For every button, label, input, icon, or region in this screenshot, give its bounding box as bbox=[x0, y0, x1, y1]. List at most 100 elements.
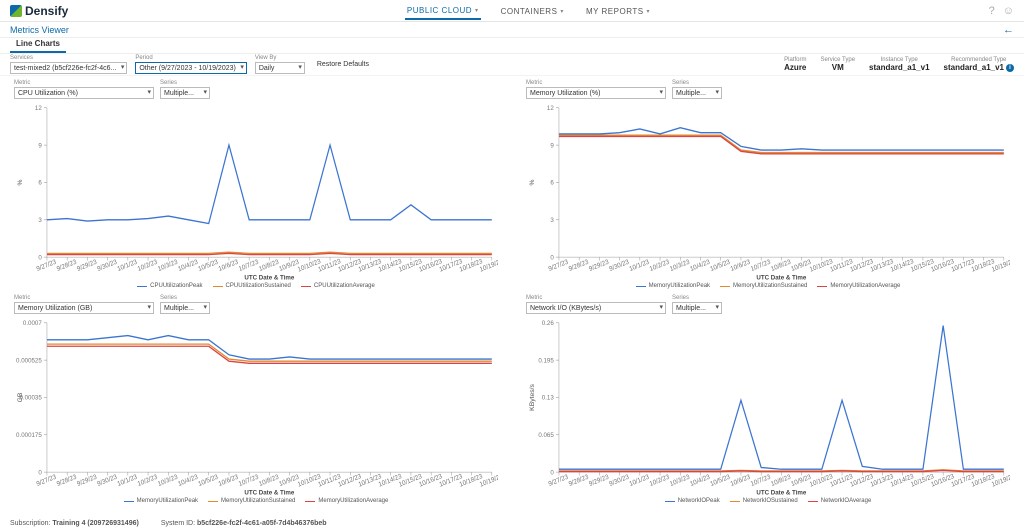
series-select[interactable]: Multiple... bbox=[672, 87, 722, 99]
viewby-label: View By bbox=[255, 55, 305, 62]
svg-text:9/28/23: 9/28/23 bbox=[568, 473, 590, 488]
help-icon[interactable]: ? bbox=[989, 5, 995, 17]
footer: Subscription: Training 4 (209726931496) … bbox=[10, 520, 327, 527]
svg-text:10/8/23: 10/8/23 bbox=[770, 258, 792, 273]
panel-memory-pct: MetricMemory Utilization (%)SeriesMultip… bbox=[512, 76, 1024, 291]
svg-text:0.0007: 0.0007 bbox=[23, 320, 42, 327]
tab-line-charts[interactable]: Line Charts bbox=[10, 36, 66, 53]
svg-text:9/28/23: 9/28/23 bbox=[568, 258, 590, 273]
svg-text:10/2/23: 10/2/23 bbox=[649, 258, 671, 273]
nav-public-cloud[interactable]: PUBLIC CLOUD▾ bbox=[405, 2, 481, 20]
svg-text:0.13: 0.13 bbox=[542, 394, 554, 401]
nav-containers[interactable]: CONTAINERS▾ bbox=[499, 2, 566, 20]
legend-swatch bbox=[720, 286, 730, 287]
meta-service-type: Service Type VM bbox=[820, 57, 855, 72]
svg-text:10/2/23: 10/2/23 bbox=[137, 473, 159, 488]
series-select[interactable]: Multiple... bbox=[160, 87, 210, 99]
panel-network: MetricNetwork I/O (KBytes/s)SeriesMultip… bbox=[512, 291, 1024, 506]
restore-defaults-link[interactable]: Restore Defaults bbox=[317, 61, 369, 68]
period-select[interactable]: Other (9/27/2023 - 10/19/2023) bbox=[135, 62, 247, 74]
legend: NetworkIOPeakNetworkIOSustainedNetworkIO… bbox=[526, 498, 1010, 504]
legend-swatch bbox=[808, 501, 818, 502]
utility-icons: ? ☺ bbox=[989, 5, 1014, 17]
svg-text:9/28/23: 9/28/23 bbox=[56, 473, 78, 488]
svg-text:10/1/23: 10/1/23 bbox=[629, 473, 651, 488]
chevron-down-icon: ▾ bbox=[647, 8, 651, 15]
chart-grid: MetricCPU Utilization (%)SeriesMultiple.… bbox=[0, 76, 1024, 506]
svg-text:0.000175: 0.000175 bbox=[16, 432, 42, 439]
svg-text:0: 0 bbox=[38, 469, 42, 476]
metric-select[interactable]: CPU Utilization (%) bbox=[14, 87, 154, 99]
svg-text:12: 12 bbox=[35, 105, 42, 112]
back-arrow-icon[interactable]: ← bbox=[1003, 24, 1014, 36]
svg-text:10/3/23: 10/3/23 bbox=[157, 473, 179, 488]
viewby-select[interactable]: Daily bbox=[255, 62, 305, 74]
svg-text:UTC Date & Time: UTC Date & Time bbox=[756, 490, 806, 497]
svg-text:0: 0 bbox=[550, 254, 554, 261]
metric-select[interactable]: Memory Utilization (GB) bbox=[14, 302, 154, 314]
svg-text:9/28/23: 9/28/23 bbox=[56, 258, 78, 273]
series-select[interactable]: Multiple... bbox=[160, 302, 210, 314]
svg-text:0.000525: 0.000525 bbox=[16, 357, 42, 364]
legend-swatch bbox=[817, 286, 827, 287]
svg-text:6: 6 bbox=[550, 179, 554, 186]
svg-text:10/5/23: 10/5/23 bbox=[709, 258, 731, 273]
legend-swatch bbox=[137, 286, 147, 287]
filter-bar: Services test-mixed2 (b5cf226e-fc2f-4c6.… bbox=[0, 54, 1024, 76]
legend: MemoryUtilizationPeakMemoryUtilizationSu… bbox=[14, 498, 498, 504]
chart: 036912%9/27/239/28/239/29/239/30/2310/1/… bbox=[526, 101, 1010, 282]
svg-text:10/3/23: 10/3/23 bbox=[669, 258, 691, 273]
chart: 036912%9/27/239/28/239/29/239/30/2310/1/… bbox=[14, 101, 498, 282]
svg-text:10/3/23: 10/3/23 bbox=[157, 258, 179, 273]
svg-text:6: 6 bbox=[38, 179, 42, 186]
chevron-down-icon: ▾ bbox=[560, 8, 564, 15]
svg-text:10/6/23: 10/6/23 bbox=[730, 473, 752, 488]
instance-meta: Platform Azure Service Type VM Instance … bbox=[784, 57, 1014, 72]
svg-text:9/30/23: 9/30/23 bbox=[96, 473, 118, 488]
svg-text:9/29/23: 9/29/23 bbox=[76, 473, 98, 488]
legend-swatch bbox=[305, 501, 315, 502]
legend-swatch bbox=[301, 286, 311, 287]
svg-text:10/7/23: 10/7/23 bbox=[238, 258, 260, 273]
svg-text:KBytes/s: KBytes/s bbox=[529, 383, 536, 411]
metric-select[interactable]: Network I/O (KBytes/s) bbox=[526, 302, 666, 314]
legend-swatch bbox=[636, 286, 646, 287]
meta-instance-type: Instance Type standard_a1_v1 bbox=[869, 57, 929, 72]
svg-text:0.195: 0.195 bbox=[538, 357, 554, 364]
info-icon[interactable]: i bbox=[1006, 64, 1014, 72]
services-select[interactable]: test-mixed2 (b5cf226e-fc2f-4c6... bbox=[10, 62, 127, 74]
nav-my-reports[interactable]: MY REPORTS▾ bbox=[584, 2, 652, 20]
brand-name: Densify bbox=[25, 4, 68, 18]
panel-memory-gb: MetricMemory Utilization (GB)SeriesMulti… bbox=[0, 291, 512, 506]
svg-text:10/6/23: 10/6/23 bbox=[218, 258, 240, 273]
svg-text:10/7/23: 10/7/23 bbox=[750, 473, 772, 488]
svg-text:9/29/23: 9/29/23 bbox=[76, 258, 98, 273]
svg-text:GB: GB bbox=[17, 393, 24, 403]
brand-mark-icon bbox=[10, 5, 22, 17]
legend-swatch bbox=[213, 286, 223, 287]
svg-text:10/2/23: 10/2/23 bbox=[137, 258, 159, 273]
user-icon[interactable]: ☺ bbox=[1003, 5, 1014, 17]
chevron-down-icon: ▾ bbox=[475, 7, 479, 14]
page-subheader: Metrics Viewer ← bbox=[0, 22, 1024, 38]
services-field: Services test-mixed2 (b5cf226e-fc2f-4c6.… bbox=[10, 55, 127, 74]
period-field: Period Other (9/27/2023 - 10/19/2023) bbox=[135, 55, 247, 74]
period-label: Period bbox=[135, 55, 247, 62]
primary-nav: PUBLIC CLOUD▾ CONTAINERS▾ MY REPORTS▾ bbox=[68, 2, 988, 20]
metric-select[interactable]: Memory Utilization (%) bbox=[526, 87, 666, 99]
svg-text:UTC Date & Time: UTC Date & Time bbox=[756, 275, 806, 282]
legend-swatch bbox=[208, 501, 218, 502]
svg-text:10/6/23: 10/6/23 bbox=[218, 473, 240, 488]
svg-text:9: 9 bbox=[550, 142, 554, 149]
svg-text:UTC Date & Time: UTC Date & Time bbox=[244, 275, 294, 282]
svg-text:9/30/23: 9/30/23 bbox=[608, 258, 630, 273]
top-bar: Densify PUBLIC CLOUD▾ CONTAINERS▾ MY REP… bbox=[0, 0, 1024, 22]
svg-text:0: 0 bbox=[38, 254, 42, 261]
svg-text:10/8/23: 10/8/23 bbox=[258, 258, 280, 273]
svg-text:3: 3 bbox=[38, 217, 42, 224]
svg-text:9/30/23: 9/30/23 bbox=[608, 473, 630, 488]
svg-text:10/4/23: 10/4/23 bbox=[689, 258, 711, 273]
chart: 00.0001750.000350.0005250.0007GB9/27/239… bbox=[14, 316, 498, 497]
series-select[interactable]: Multiple... bbox=[672, 302, 722, 314]
legend-swatch bbox=[665, 501, 675, 502]
